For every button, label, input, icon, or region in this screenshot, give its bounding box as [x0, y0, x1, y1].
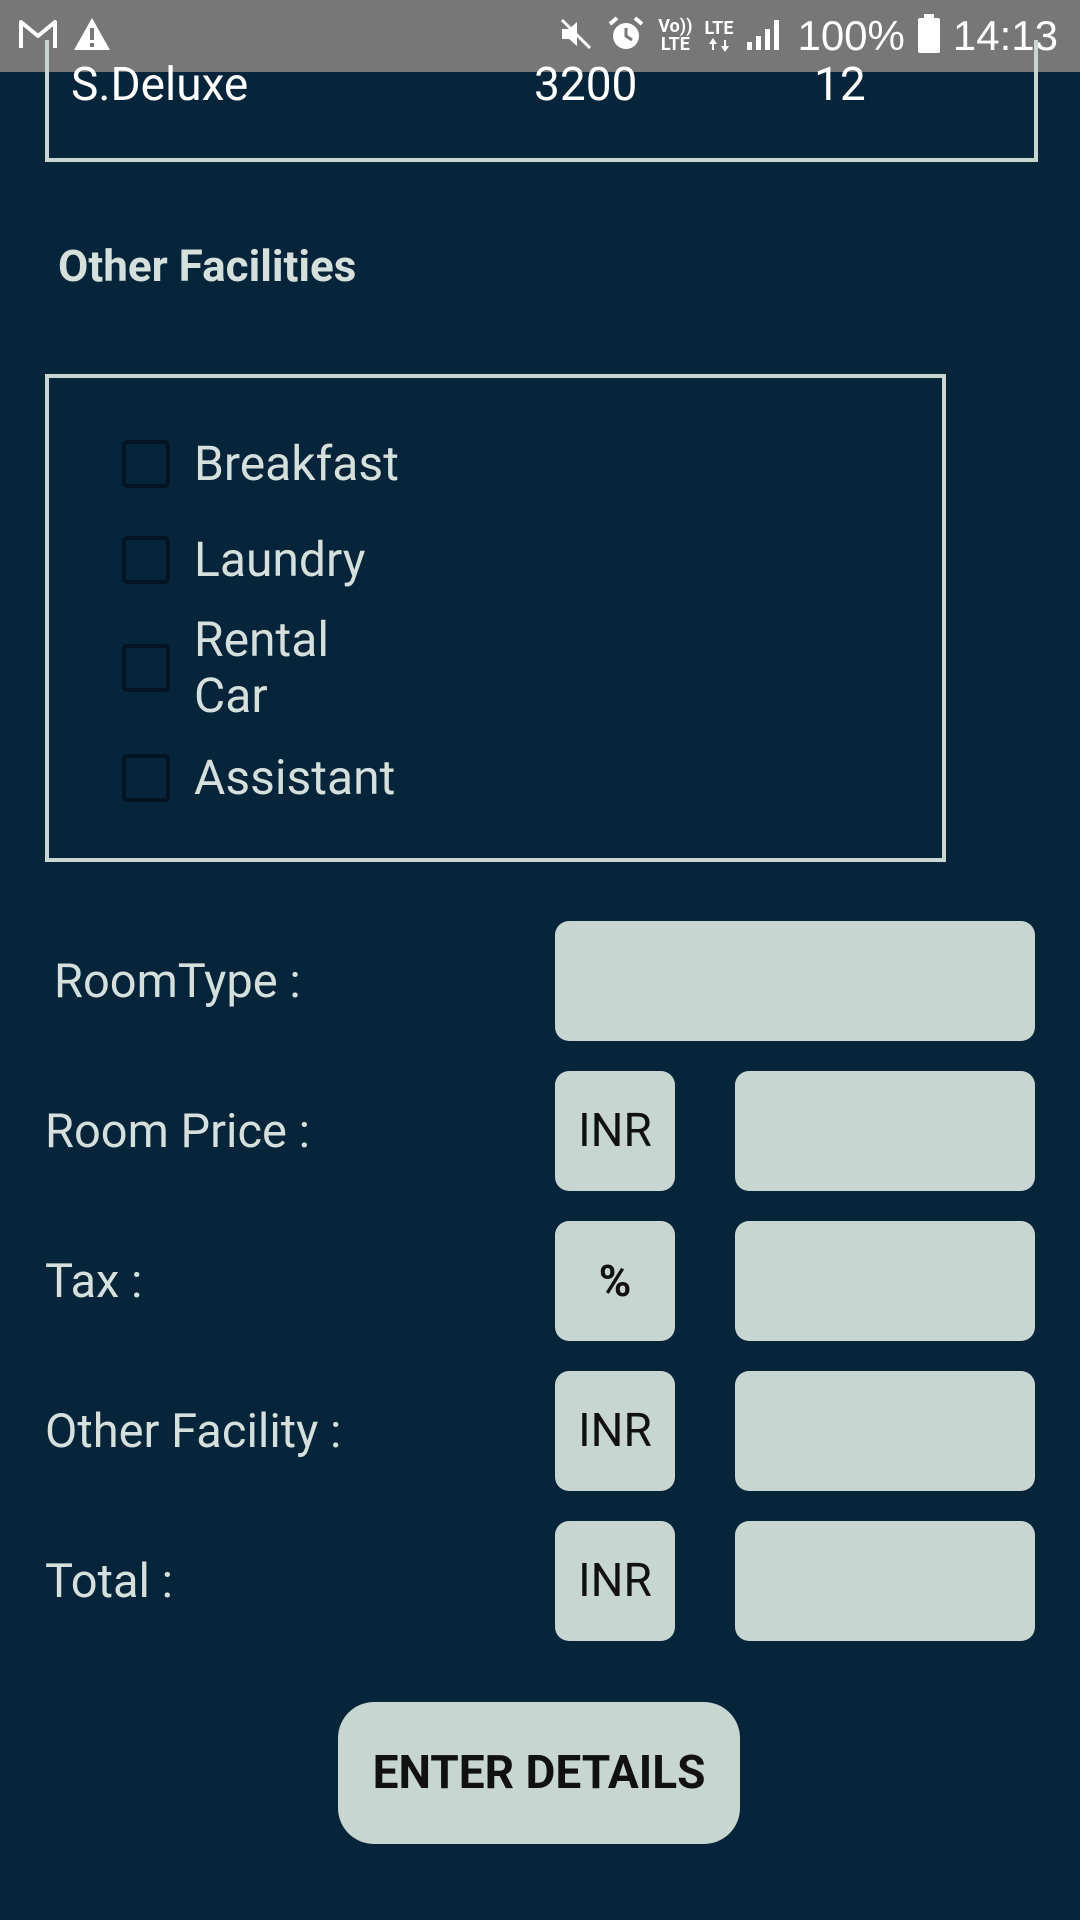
checkbox-assistant[interactable]: Assistant [122, 750, 395, 806]
tax-label: Tax : [45, 1254, 143, 1309]
checkbox-label: Laundry [194, 531, 366, 588]
room-table: S.Deluxe 3200 12 [45, 40, 1038, 162]
checkbox-box[interactable] [122, 440, 170, 488]
other-facility-label: Other Facility : [45, 1404, 342, 1459]
room-price-field[interactable] [735, 1071, 1035, 1191]
total-label: Total : [45, 1554, 173, 1609]
lte-label: LTE [704, 18, 734, 39]
checkbox-box[interactable] [122, 754, 170, 802]
tax-field[interactable] [735, 1221, 1035, 1341]
total-unit: INR [555, 1521, 675, 1641]
checkbox-rental-car[interactable]: Rental Car [122, 612, 329, 724]
room-price-unit: INR [555, 1071, 675, 1191]
other-facility-unit: INR [555, 1371, 675, 1491]
checkbox-breakfast[interactable]: Breakfast [122, 436, 399, 492]
checkbox-label: Assistant [194, 749, 396, 806]
checkbox-box[interactable] [122, 536, 170, 584]
room-type-field[interactable] [555, 921, 1035, 1041]
room-type-cell: S.Deluxe [71, 58, 249, 112]
room-type-label: RoomType : [54, 954, 301, 1009]
room-count-cell: 12 [814, 58, 866, 112]
app-screen: Vo)) LTE LTE 100% 14:13 S.Deluxe 3200 12… [0, 0, 1080, 1920]
facilities-group: Breakfast Laundry Rental Car Assistant [45, 374, 946, 862]
tax-unit: % [555, 1221, 675, 1341]
facilities-title: Other Facilities [58, 240, 357, 292]
total-field[interactable] [735, 1521, 1035, 1641]
checkbox-label: Breakfast [194, 435, 399, 492]
checkbox-label: Rental Car [194, 611, 330, 724]
room-price-cell: 3200 [534, 58, 638, 112]
checkbox-box[interactable] [122, 644, 170, 692]
enter-details-button[interactable]: ENTER DETAILS [338, 1702, 740, 1844]
checkbox-laundry[interactable]: Laundry [122, 532, 365, 588]
room-price-label: Room Price : [45, 1104, 311, 1159]
other-facility-field[interactable] [735, 1371, 1035, 1491]
